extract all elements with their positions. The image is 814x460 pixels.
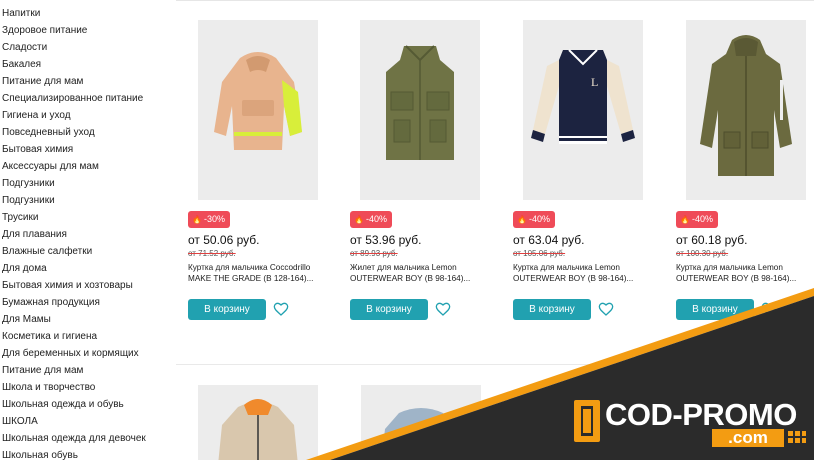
promo-brand-text: COD-PROMO	[605, 397, 797, 432]
promo-domain-text: .com	[712, 429, 784, 447]
cod-promo-logo: COD-PROMO .com	[572, 398, 812, 458]
coupon-stripes-icon	[574, 400, 600, 442]
decor-dots-icon	[788, 431, 806, 443]
promo-banner-shape	[306, 288, 814, 460]
